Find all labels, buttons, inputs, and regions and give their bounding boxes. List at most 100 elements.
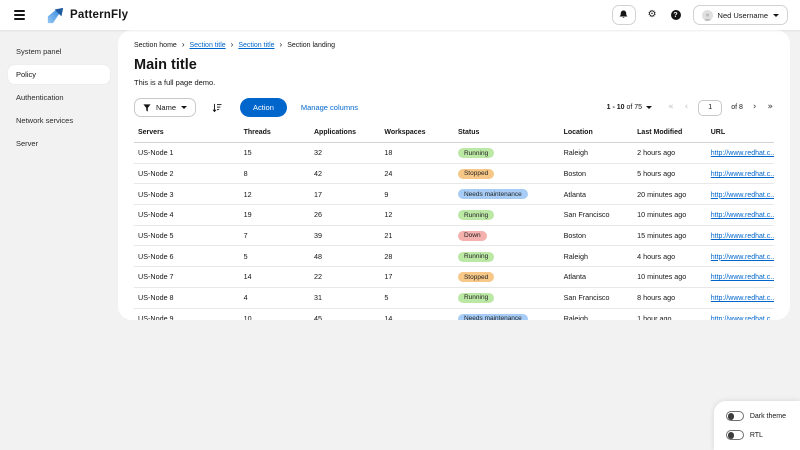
row-url-link[interactable]: http://www.redhat.c... bbox=[711, 316, 774, 320]
cell-threads: 14 bbox=[240, 267, 310, 288]
cell-applications: 32 bbox=[310, 143, 380, 164]
rtl-toggle[interactable] bbox=[726, 430, 744, 440]
filter-dropdown-button[interactable]: Name bbox=[134, 98, 196, 117]
cell-url: http://www.redhat.c... bbox=[707, 184, 774, 205]
bell-icon bbox=[619, 10, 628, 20]
table-row: US-Node 84315RunningSan Francisco8 hours… bbox=[134, 287, 774, 308]
cell-url: http://www.redhat.c... bbox=[707, 143, 774, 164]
page-card: Section home › Section title › Section title… bbox=[118, 30, 790, 320]
cell-threads: 8 bbox=[240, 163, 310, 184]
masthead: PatternFly ⚙ ? Ned Username bbox=[0, 0, 800, 30]
page-title: Main title bbox=[134, 57, 774, 73]
row-url-link[interactable]: http://www.redhat.c... bbox=[711, 171, 774, 178]
status-badge: Down bbox=[458, 231, 487, 241]
table-row: US-Node 284224StoppedBoston5 hours agoht… bbox=[134, 163, 774, 184]
table-row: US-Node 4192612RunningSan Francisco10 mi… bbox=[134, 205, 774, 226]
cell-last-modified: 1 hour ago bbox=[633, 308, 707, 320]
breadcrumb-item[interactable]: Section title bbox=[189, 42, 225, 49]
pagination-range: 1 - 10 bbox=[607, 104, 625, 111]
cell-url: http://www.redhat.c... bbox=[707, 225, 774, 246]
cell-status: Running bbox=[454, 246, 560, 267]
column-header-threads: Threads bbox=[240, 124, 310, 143]
dark-theme-toggle[interactable] bbox=[726, 411, 744, 421]
pagination-total: of 75 bbox=[626, 104, 642, 111]
cell-servers: US-Node 5 bbox=[134, 225, 240, 246]
cell-status: Needs maintenance bbox=[454, 308, 560, 320]
user-name: Ned Username bbox=[718, 11, 768, 20]
last-page-button[interactable]: » bbox=[766, 103, 774, 112]
brand-logo[interactable]: PatternFly bbox=[47, 7, 128, 24]
table-row: US-Node 312179Needs maintenanceAtlanta20… bbox=[134, 184, 774, 205]
cell-workspaces: 17 bbox=[380, 267, 454, 288]
cell-workspaces: 14 bbox=[380, 308, 454, 320]
column-header-servers: Servers bbox=[134, 124, 240, 143]
pagination-summary[interactable]: 1 - 10 of 75 bbox=[607, 104, 652, 111]
sort-button[interactable] bbox=[210, 101, 224, 115]
status-badge: Running bbox=[458, 148, 494, 158]
cell-applications: 31 bbox=[310, 287, 380, 308]
row-url-link[interactable]: http://www.redhat.c... bbox=[711, 295, 774, 302]
cell-workspaces: 12 bbox=[380, 205, 454, 226]
patternfly-logo-icon bbox=[47, 7, 64, 24]
user-menu-button[interactable]: Ned Username bbox=[693, 5, 788, 25]
status-badge: Needs maintenance bbox=[458, 189, 528, 199]
sidebar-item-server[interactable]: Server bbox=[8, 134, 110, 153]
filter-icon bbox=[143, 104, 151, 112]
sidebar-item-authentication[interactable]: Authentication bbox=[8, 88, 110, 107]
cell-last-modified: 5 hours ago bbox=[633, 163, 707, 184]
cell-threads: 10 bbox=[240, 308, 310, 320]
breadcrumb-separator-icon: › bbox=[280, 41, 283, 49]
cell-url: http://www.redhat.c... bbox=[707, 308, 774, 320]
cell-status: Down bbox=[454, 225, 560, 246]
column-header-applications: Applications bbox=[310, 124, 380, 143]
column-header-location: Location bbox=[560, 124, 634, 143]
cell-workspaces: 21 bbox=[380, 225, 454, 246]
row-url-link[interactable]: http://www.redhat.c... bbox=[711, 233, 774, 240]
cell-status: Stopped bbox=[454, 267, 560, 288]
cell-workspaces: 28 bbox=[380, 246, 454, 267]
first-page-button[interactable]: « bbox=[667, 103, 675, 112]
avatar bbox=[702, 10, 713, 21]
sidebar-item-system-panel[interactable]: System panel bbox=[8, 42, 110, 61]
cell-location: Raleigh bbox=[560, 143, 634, 164]
breadcrumb-item: Section home bbox=[134, 42, 177, 49]
sidebar-item-network-services[interactable]: Network services bbox=[8, 111, 110, 130]
brand-name: PatternFly bbox=[70, 9, 128, 21]
column-header-status: Status bbox=[454, 124, 560, 143]
row-url-link[interactable]: http://www.redhat.c... bbox=[711, 150, 774, 157]
notifications-button[interactable] bbox=[612, 5, 636, 25]
manage-columns-link[interactable]: Manage columns bbox=[301, 103, 358, 112]
previous-page-button[interactable]: ‹ bbox=[684, 103, 690, 112]
settings-button[interactable]: ⚙ bbox=[646, 8, 659, 22]
chevron-down-icon bbox=[646, 106, 652, 109]
cell-url: http://www.redhat.c... bbox=[707, 267, 774, 288]
cell-applications: 42 bbox=[310, 163, 380, 184]
pagination-pages: of 8 bbox=[731, 104, 743, 111]
status-badge: Needs maintenance bbox=[458, 314, 528, 320]
main-content: Section home › Section title › Section title… bbox=[118, 30, 800, 450]
current-page-input[interactable] bbox=[698, 100, 722, 116]
table-row: US-Node 1153218RunningRaleigh2 hours ago… bbox=[134, 143, 774, 164]
table-body: US-Node 1153218RunningRaleigh2 hours ago… bbox=[134, 143, 774, 321]
status-badge: Stopped bbox=[458, 169, 494, 179]
next-page-button[interactable]: › bbox=[752, 103, 758, 112]
cell-servers: US-Node 8 bbox=[134, 287, 240, 308]
rtl-label: RTL bbox=[750, 432, 763, 439]
sidebar-item-policy[interactable]: Policy bbox=[8, 65, 110, 84]
cell-servers: US-Node 7 bbox=[134, 267, 240, 288]
filter-label: Name bbox=[156, 103, 176, 112]
sidebar-nav: System panel Policy Authentication Network … bbox=[0, 30, 118, 450]
breadcrumb-item[interactable]: Section title bbox=[238, 42, 274, 49]
cell-location: Boston bbox=[560, 225, 634, 246]
help-button[interactable]: ? bbox=[669, 8, 683, 22]
row-url-link[interactable]: http://www.redhat.c... bbox=[711, 254, 774, 261]
cell-applications: 26 bbox=[310, 205, 380, 226]
row-url-link[interactable]: http://www.redhat.c... bbox=[711, 212, 774, 219]
cell-last-modified: 10 minutes ago bbox=[633, 205, 707, 226]
action-button[interactable]: Action bbox=[240, 98, 287, 117]
hamburger-menu-icon[interactable] bbox=[10, 6, 29, 24]
row-url-link[interactable]: http://www.redhat.c... bbox=[711, 274, 774, 281]
cell-status: Running bbox=[454, 143, 560, 164]
page-description: This is a full page demo. bbox=[134, 78, 774, 87]
row-url-link[interactable]: http://www.redhat.c... bbox=[711, 192, 774, 199]
